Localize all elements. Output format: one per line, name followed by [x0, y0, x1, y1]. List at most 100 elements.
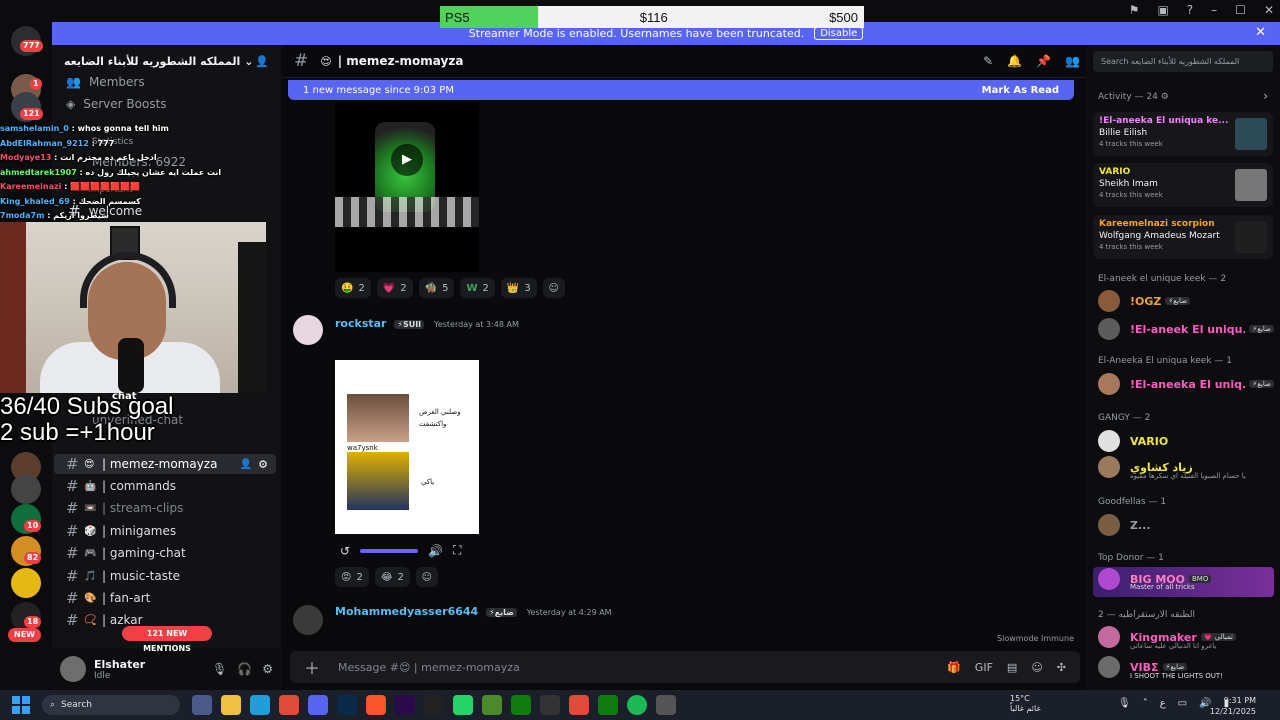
photoshop-icon[interactable]: [337, 695, 357, 715]
gear-icon[interactable]: ⚙: [258, 458, 268, 471]
member-item[interactable]: Kingmaker 💗 ثمبالي ياغرو انا الدنيالي عل…: [1098, 625, 1274, 650]
add-reaction-icon[interactable]: ☺: [415, 567, 438, 587]
message-composer[interactable]: ＋ Message #😍 | memez-momayza 🎁 GIF ▤ ☺ ✣: [290, 651, 1080, 683]
message-author[interactable]: Mohammedyasser6644: [335, 605, 478, 618]
channel-memez-momayza[interactable]: # 😍 | memez-momayza 👤 ⚙: [54, 454, 276, 474]
reaction[interactable]: 🤑 2: [335, 278, 371, 298]
gear-icon[interactable]: ⚙: [262, 662, 273, 676]
new-messages-bar[interactable]: 1 new message since 9:03 PM Mark As Read: [288, 80, 1074, 100]
whatsapp-icon[interactable]: [453, 695, 473, 715]
activity-card[interactable]: VARIO Sheikh Imam 4 tracks this week: [1093, 163, 1273, 207]
new-mentions-pill[interactable]: 121 NEW MENTIONS: [122, 626, 212, 653]
headphones-icon[interactable]: 🎧: [237, 662, 252, 676]
chevron-right-icon[interactable]: ›: [1263, 89, 1268, 103]
avatar[interactable]: [293, 315, 323, 345]
member-item[interactable]: VIBΣ ⚡ضايع I SHOOT THE LIGHTS OUT!: [1098, 655, 1274, 680]
activity-card[interactable]: !El-aneeka El uniqua ke... Billie Eilish…: [1093, 112, 1273, 156]
taskbar-clock[interactable]: 9:31 PM 12/21/2025: [1210, 695, 1256, 717]
threads-icon[interactable]: ✎: [983, 54, 993, 68]
replay-icon[interactable]: ↺: [340, 544, 350, 558]
chrome-icon[interactable]: [569, 695, 589, 715]
reaction[interactable]: 🧌 5: [418, 278, 455, 298]
member-item[interactable]: !OGZ ⚡ضايع: [1098, 289, 1274, 313]
reaction[interactable]: 😂 2: [374, 567, 410, 587]
settings-icon[interactable]: [656, 695, 676, 715]
avatar[interactable]: [293, 605, 323, 635]
help-icon[interactable]: ?: [1187, 3, 1193, 17]
search-input[interactable]: Search المملكه الشطوريه للأبناء الضايعه: [1093, 51, 1273, 72]
banner-close-icon[interactable]: ✕: [1255, 25, 1266, 40]
discord-icon[interactable]: [308, 695, 328, 715]
add-member-icon[interactable]: 👤: [255, 55, 269, 68]
gift-icon[interactable]: 🎁: [947, 661, 961, 674]
reaction[interactable]: W2: [460, 278, 495, 298]
pin-icon[interactable]: 📌: [1036, 54, 1051, 68]
fullscreen-icon[interactable]: ⛶: [453, 543, 461, 558]
channel-music-taste[interactable]: # 🎵 | music-taste: [54, 566, 276, 586]
edge-icon[interactable]: [250, 695, 270, 715]
input-language[interactable]: ع: [1160, 698, 1166, 709]
channel-gaming-chat[interactable]: # 🎮 | gaming-chat: [54, 543, 276, 563]
avatar[interactable]: [60, 656, 86, 682]
member-item[interactable]: !El-aneeka El uniq... ⚡ضايع: [1098, 372, 1274, 396]
play-icon[interactable]: ▶: [391, 144, 423, 176]
gear-icon[interactable]: ⚙: [1161, 92, 1169, 102]
xbox-icon[interactable]: [598, 695, 618, 715]
bell-icon[interactable]: 🔔: [1007, 54, 1022, 68]
member-item[interactable]: Z...: [1098, 513, 1274, 537]
minimize-button[interactable]: –: [1211, 3, 1217, 17]
gif-icon[interactable]: GIF: [975, 661, 993, 674]
member-item[interactable]: BIG MOO BMO Master of all tricks: [1098, 567, 1274, 591]
reaction[interactable]: 😡 2: [335, 567, 369, 587]
reaction[interactable]: 👑 3: [500, 278, 537, 298]
emoji-icon[interactable]: ☺: [1031, 661, 1042, 674]
channel-commands[interactable]: # 🤖 | commands: [54, 476, 276, 496]
message-author[interactable]: rockstar: [335, 317, 386, 330]
image-embed[interactable]: وصلني الغرض واكتشفت wa7ysnk ياكي: [335, 360, 479, 534]
member-item[interactable]: زياد كشاوي يا حسام الصبويا الفتيله اي سك…: [1098, 455, 1274, 480]
close-button[interactable]: ✕: [1264, 3, 1274, 17]
server-icon[interactable]: [11, 568, 41, 598]
screen-icon[interactable]: ▣: [1157, 3, 1168, 17]
channel-stream-clips[interactable]: # 📼 | stream-clips: [54, 498, 276, 518]
network-icon[interactable]: ▭: [1178, 698, 1187, 709]
capcut-icon[interactable]: [424, 695, 444, 715]
plus-icon[interactable]: ＋: [304, 655, 320, 679]
add-reaction-icon[interactable]: ☺: [542, 278, 565, 298]
channel-fan-art[interactable]: # 🎨 | fan-art: [54, 588, 276, 608]
minecraft-icon[interactable]: [482, 695, 502, 715]
disable-streamer-mode-button[interactable]: Disable: [814, 27, 864, 40]
microphone-icon[interactable]: 🎙: [212, 662, 227, 676]
spotify-icon[interactable]: [627, 695, 647, 715]
server-icon[interactable]: [11, 474, 41, 504]
member-item[interactable]: VARIO: [1098, 429, 1274, 453]
member-item[interactable]: !El-aneek El uniqu... ⚡ضايع: [1098, 317, 1274, 341]
mark-as-read-button[interactable]: Mark As Read: [982, 85, 1059, 96]
maximize-button[interactable]: ☐: [1235, 3, 1246, 17]
video-embed[interactable]: ▶: [335, 102, 479, 272]
invite-icon[interactable]: 👤: [240, 459, 252, 470]
chat-channel-label[interactable]: chat: [112, 391, 137, 402]
weather-widget[interactable]: 15°C غائم غالباً: [1010, 694, 1041, 714]
reaction[interactable]: 💗 2: [376, 278, 413, 298]
premiere-icon[interactable]: [395, 695, 415, 715]
taskbar-search[interactable]: ⌕ Search: [42, 695, 180, 715]
member-list-icon[interactable]: 👥: [1065, 54, 1080, 68]
volume-icon[interactable]: 🔊: [428, 544, 443, 558]
windows-start-icon[interactable]: [12, 696, 30, 714]
message-input[interactable]: Message #😍 | memez-momayza: [338, 661, 520, 674]
brave-icon[interactable]: [366, 695, 386, 715]
channel-minigames[interactable]: # 🎲 | minigames: [54, 521, 276, 541]
sticker-icon[interactable]: ▤: [1007, 661, 1017, 674]
microphone-icon[interactable]: 🎙: [1118, 698, 1131, 709]
activity-card[interactable]: Kareemelnazi scorpion Wolfgang Amadeus M…: [1093, 215, 1273, 259]
file-explorer-icon[interactable]: [221, 695, 241, 715]
chevron-up-icon[interactable]: ˄: [1143, 698, 1148, 709]
volume-slider[interactable]: [360, 548, 419, 553]
server-boosts-link[interactable]: ◈ Server Boosts: [66, 97, 167, 111]
inbox-icon[interactable]: ⚑: [1129, 3, 1140, 17]
task-view-icon[interactable]: [192, 695, 212, 715]
chrome-icon[interactable]: [279, 695, 299, 715]
obs-icon[interactable]: [540, 695, 560, 715]
xbox-app-icon[interactable]: [511, 695, 531, 715]
